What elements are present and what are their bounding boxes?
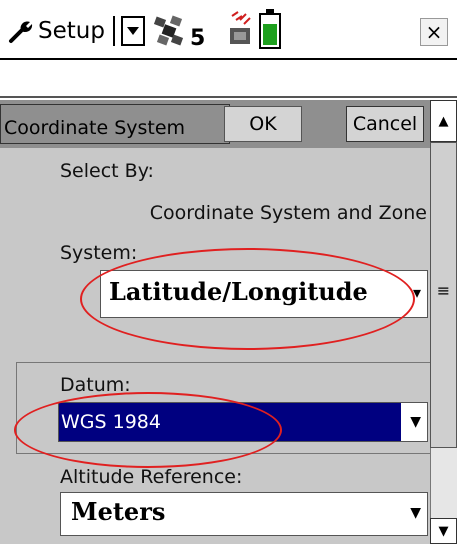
wrench-icon [9, 21, 33, 43]
satellite-count: 5 [190, 26, 206, 51]
altitude-reference-value: Meters [71, 497, 166, 526]
ok-button[interactable]: OK [224, 106, 302, 142]
setup-label: Setup [38, 18, 105, 44]
arrow-down-icon: ▼ [438, 523, 449, 539]
grip-icon: ≡ [436, 280, 451, 300]
scroll-down-button[interactable]: ▼ [430, 518, 457, 544]
arrow-up-icon: ▲ [438, 113, 449, 129]
divider [112, 16, 115, 46]
select-by-value[interactable]: Coordinate System and Zone [150, 202, 427, 224]
system-label: System: [60, 242, 138, 264]
close-icon: × [425, 20, 443, 44]
scroll-up-button[interactable]: ▲ [430, 100, 457, 142]
setup-menu[interactable]: Setup [8, 14, 145, 48]
setup-dropdown-button[interactable] [120, 16, 145, 46]
chevron-down-icon: ▼ [410, 505, 421, 521]
close-button[interactable]: × [420, 18, 448, 46]
highlight-ellipse [80, 248, 415, 350]
satellite-icon [153, 15, 184, 46]
highlight-ellipse [14, 392, 282, 468]
cancel-button[interactable]: Cancel [346, 106, 424, 142]
chevron-down-icon: ▼ [410, 414, 421, 430]
input-strip [0, 60, 457, 98]
battery-icon [259, 9, 281, 49]
chevron-down-icon [126, 27, 139, 35]
altitude-reference-label: Altitude Reference: [60, 466, 243, 488]
altitude-reference-select[interactable]: Meters ▼ [60, 492, 428, 536]
select-by-label: Select By: [60, 160, 154, 182]
signal-icon [230, 11, 251, 44]
page-title: Coordinate System [4, 117, 186, 139]
